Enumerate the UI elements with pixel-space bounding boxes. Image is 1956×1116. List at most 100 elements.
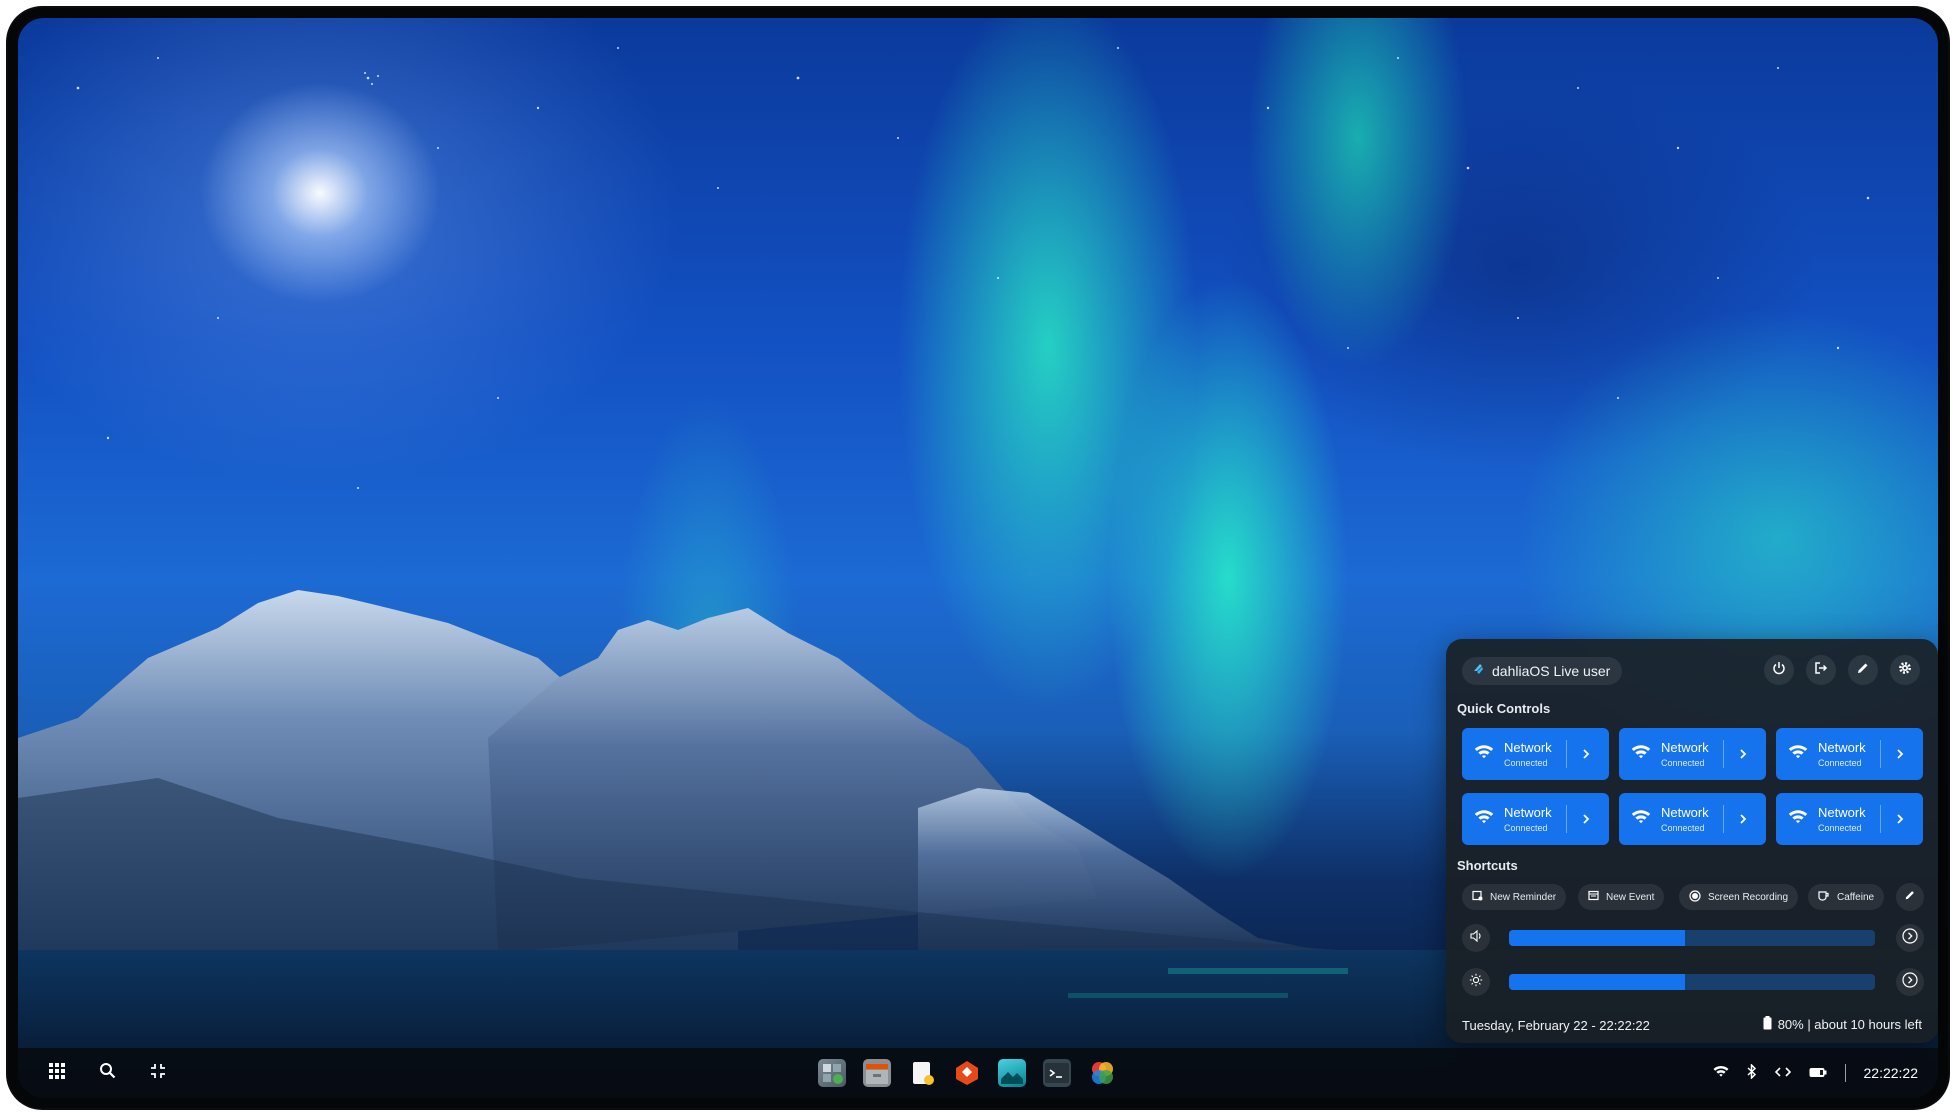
tray-divider xyxy=(1844,1064,1846,1082)
brightness-button[interactable] xyxy=(1462,968,1490,996)
shortcut-label: Screen Recording xyxy=(1708,891,1789,903)
coffee-icon xyxy=(1818,890,1830,904)
shortcut-new-event[interactable]: New Event xyxy=(1578,884,1665,910)
tile-title: Network xyxy=(1818,805,1866,820)
developer-icon[interactable] xyxy=(1774,1065,1791,1081)
tile-divider xyxy=(1723,805,1724,833)
tile-title: Network xyxy=(1818,740,1866,755)
tile-subtitle: Connected xyxy=(1504,823,1548,833)
search-icon xyxy=(99,1062,116,1084)
user-name: dahliaOS Live user xyxy=(1492,663,1611,679)
volume-details-button[interactable] xyxy=(1896,924,1924,952)
battery-text: 80% | about 10 hours left xyxy=(1777,1017,1922,1032)
shortcut-screen-recording[interactable]: Screen Recording xyxy=(1679,884,1799,910)
search-button[interactable] xyxy=(92,1058,122,1088)
battery-status: 80% | about 10 hours left xyxy=(1763,1016,1922,1033)
brightness-slider-fill xyxy=(1509,974,1685,990)
brightness-slider[interactable] xyxy=(1509,974,1875,990)
chevron-right-icon[interactable] xyxy=(1580,744,1592,769)
logout-icon xyxy=(1814,661,1828,680)
edit-icon xyxy=(1856,661,1870,680)
chevron-right-circle-icon xyxy=(1902,927,1918,949)
chevron-right-icon[interactable] xyxy=(1737,744,1749,769)
wifi-icon xyxy=(1474,809,1494,830)
user-chip[interactable]: dahliaOS Live user xyxy=(1462,657,1623,685)
overview-button[interactable] xyxy=(143,1058,173,1088)
chevron-right-icon[interactable] xyxy=(1894,809,1906,834)
apps-grid-icon xyxy=(49,1062,65,1084)
image-viewer-app[interactable] xyxy=(998,1059,1026,1087)
calculator-app[interactable] xyxy=(818,1059,846,1087)
terminal-app[interactable] xyxy=(1043,1059,1071,1087)
tile-title: Network xyxy=(1504,740,1552,755)
edit-shortcuts-button[interactable] xyxy=(1896,883,1924,911)
network-tile[interactable]: Network Connected xyxy=(1619,728,1766,780)
record-icon xyxy=(1689,889,1701,905)
chevron-right-icon[interactable] xyxy=(1580,809,1592,834)
tile-subtitle: Connected xyxy=(1818,758,1862,768)
logout-button[interactable] xyxy=(1806,655,1836,685)
graphics-app[interactable] xyxy=(1088,1059,1116,1087)
taskbar-clock[interactable]: 22:22:22 xyxy=(1864,1065,1919,1081)
app-launcher-button[interactable] xyxy=(42,1058,72,1088)
tile-subtitle: Connected xyxy=(1818,823,1862,833)
date-time: Tuesday, February 22 - 22:22:22 xyxy=(1462,1018,1650,1033)
volume-icon xyxy=(1469,929,1483,948)
taskbar: 22:22:22 xyxy=(18,1048,1938,1098)
reminder-icon xyxy=(1472,890,1483,904)
tile-divider xyxy=(1566,805,1567,833)
quick-controls-title: Quick Controls xyxy=(1457,701,1551,716)
wifi-icon[interactable] xyxy=(1713,1065,1729,1081)
power-icon xyxy=(1772,661,1786,680)
wifi-icon xyxy=(1788,809,1808,830)
tile-title: Network xyxy=(1661,740,1709,755)
power-button[interactable] xyxy=(1764,655,1794,685)
shortcut-caffeine[interactable]: Caffeine xyxy=(1808,884,1885,910)
wifi-icon xyxy=(1788,744,1808,765)
volume-button[interactable] xyxy=(1462,924,1490,952)
tile-title: Network xyxy=(1661,805,1709,820)
tile-divider xyxy=(1566,740,1567,768)
shortcut-new-reminder[interactable]: New Reminder xyxy=(1462,884,1567,910)
shortcut-label: New Event xyxy=(1606,891,1655,903)
battery-icon xyxy=(1763,1016,1772,1033)
brightness-details-button[interactable] xyxy=(1896,968,1924,996)
volume-slider-fill xyxy=(1509,930,1685,946)
brightness-icon xyxy=(1469,973,1483,992)
dahlia-logo-icon xyxy=(1472,663,1484,680)
files-app[interactable] xyxy=(863,1059,891,1087)
notes-app[interactable] xyxy=(908,1059,936,1087)
quick-settings-panel: dahliaOS Live user Quick Controls Networ… xyxy=(1446,639,1938,1043)
tile-subtitle: Connected xyxy=(1661,823,1705,833)
wifi-icon xyxy=(1474,744,1494,765)
device-frame: dahliaOS Live user Quick Controls Networ… xyxy=(8,8,1948,1108)
tile-divider xyxy=(1880,805,1881,833)
tile-title: Network xyxy=(1504,805,1552,820)
calendar-icon xyxy=(1588,890,1599,904)
edit-button[interactable] xyxy=(1848,655,1878,685)
chevron-right-circle-icon xyxy=(1902,971,1918,993)
chevron-right-icon[interactable] xyxy=(1894,744,1906,769)
system-tray: 22:22:22 xyxy=(1713,1048,1919,1098)
tile-subtitle: Connected xyxy=(1661,758,1705,768)
network-tile[interactable]: Network Connected xyxy=(1462,728,1609,780)
flutter-app[interactable] xyxy=(953,1059,981,1087)
volume-slider[interactable] xyxy=(1509,930,1875,946)
battery-icon[interactable] xyxy=(1809,1065,1827,1081)
tile-divider xyxy=(1880,740,1881,768)
settings-icon xyxy=(1898,661,1912,680)
settings-button[interactable] xyxy=(1890,655,1920,685)
shortcut-label: Caffeine xyxy=(1837,891,1875,903)
shortcuts-title: Shortcuts xyxy=(1457,858,1518,873)
network-tile[interactable]: Network Connected xyxy=(1776,728,1923,780)
network-tile[interactable]: Network Connected xyxy=(1462,793,1609,845)
bluetooth-icon[interactable] xyxy=(1746,1063,1757,1082)
wifi-icon xyxy=(1631,809,1651,830)
network-tile[interactable]: Network Connected xyxy=(1776,793,1923,845)
tile-subtitle: Connected xyxy=(1504,758,1548,768)
network-tile[interactable]: Network Connected xyxy=(1619,793,1766,845)
wifi-icon xyxy=(1631,744,1651,765)
chevron-right-icon[interactable] xyxy=(1737,809,1749,834)
tile-divider xyxy=(1723,740,1724,768)
edit-icon xyxy=(1904,888,1916,906)
